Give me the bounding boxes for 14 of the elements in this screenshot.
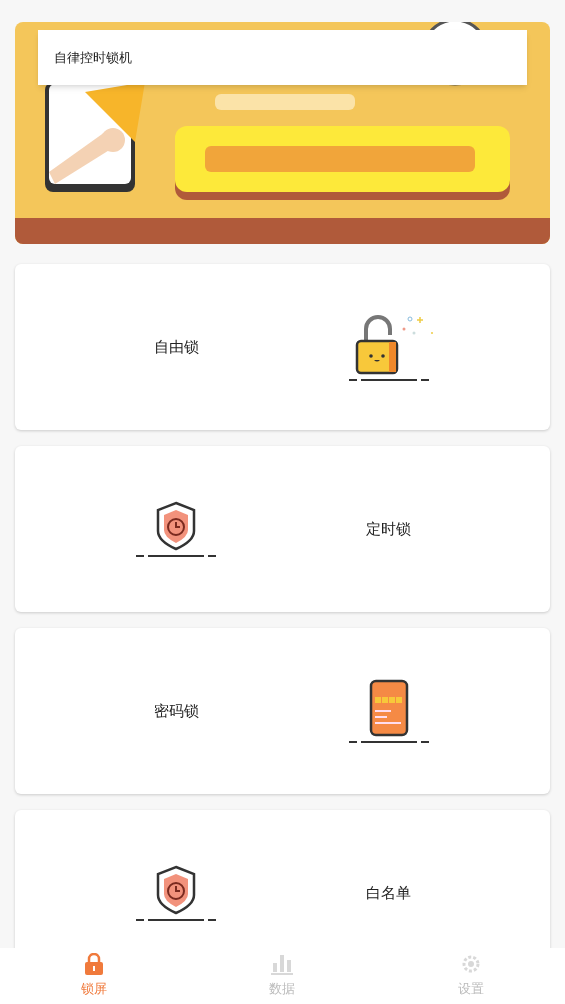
mode-label: 密码锁 xyxy=(153,700,199,722)
mode-label: 定时锁 xyxy=(366,518,412,540)
bar-chart-icon xyxy=(270,953,295,976)
lock-mode-card[interactable]: 白名单 xyxy=(15,810,550,948)
phone-icon xyxy=(348,679,429,743)
mode-label: 白名单 xyxy=(366,882,412,904)
popup-title: 自律控时锁机 xyxy=(54,48,132,67)
shield-clock-icon xyxy=(136,865,217,921)
lock-mode-card[interactable]: 自由锁 xyxy=(15,264,550,430)
lock-mode-card[interactable]: 密码锁 xyxy=(15,628,550,794)
lock-icon xyxy=(84,953,105,976)
mode-label: 自由锁 xyxy=(153,336,199,358)
shield-clock-icon xyxy=(136,501,217,557)
lock-mode-card[interactable]: 定时锁 xyxy=(15,446,550,612)
